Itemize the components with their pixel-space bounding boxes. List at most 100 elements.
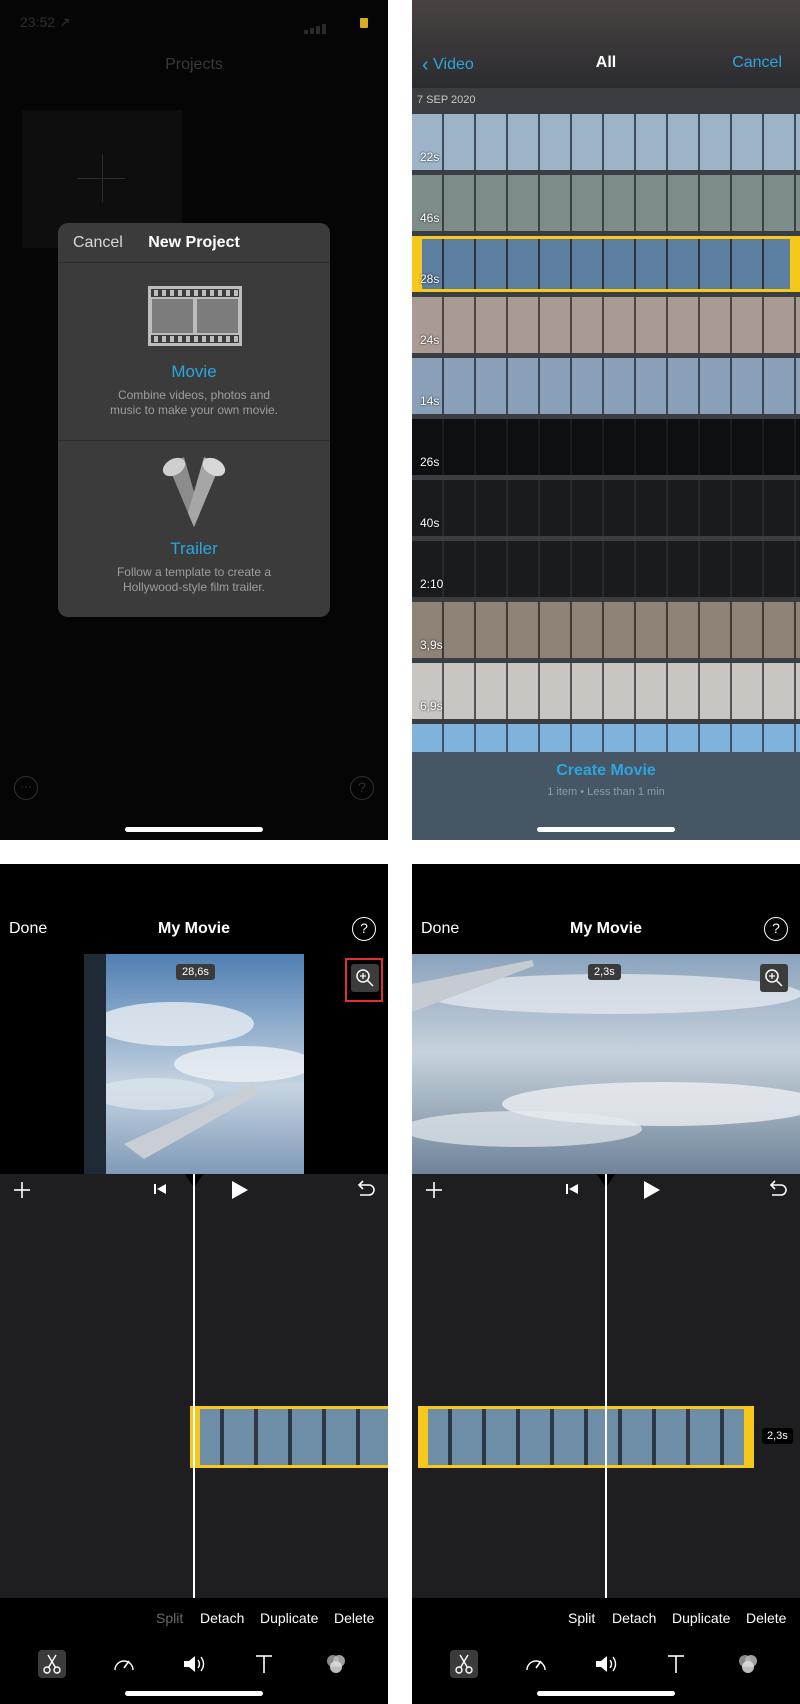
help-button[interactable]: ? — [764, 917, 788, 941]
timeline-duration-label: 2,3s — [762, 1428, 793, 1444]
new-project-dialog: Cancel New Project Movie Combine videos,… — [58, 223, 330, 617]
undo-icon[interactable] — [766, 1179, 788, 1199]
clip-actions: Split Detach Duplicate Delete — [412, 1606, 800, 1630]
clip-row[interactable]: 22s — [412, 114, 800, 170]
selection-info: 1 item • Less than 1 min — [547, 786, 665, 798]
dialog-title: New Project — [148, 234, 240, 251]
clip-duration: 14s — [420, 394, 440, 408]
duplicate-button[interactable]: Duplicate — [260, 1610, 318, 1626]
editor-screen-1: Done My Movie ? 28,6s Split Detach Dupli… — [0, 864, 388, 1704]
home-indicator — [537, 1691, 675, 1696]
create-movie-button[interactable]: Create Movie — [412, 762, 800, 780]
skip-to-start-icon[interactable] — [564, 1181, 580, 1197]
clip-duration: 26s — [420, 455, 440, 469]
clip-row-selected[interactable]: 28s — [412, 236, 800, 292]
status-time: 23:52 ↗ — [20, 14, 71, 30]
clip-row[interactable]: 2:10 — [412, 541, 800, 597]
clip-trim-handle-right[interactable] — [744, 1406, 754, 1468]
clip-duration: 22s — [420, 150, 440, 164]
delete-button[interactable]: Delete — [746, 1610, 786, 1626]
video-preview: 2,3s — [412, 954, 800, 1174]
speed-icon[interactable] — [110, 1650, 138, 1678]
clip-row[interactable]: 6,9s — [412, 663, 800, 719]
film-strip-icon — [148, 286, 242, 346]
play-icon[interactable] — [228, 1179, 250, 1201]
plus-icon — [77, 178, 125, 179]
titles-icon[interactable] — [662, 1650, 690, 1678]
clip-row[interactable]: 40s — [412, 480, 800, 536]
speed-icon[interactable] — [522, 1650, 550, 1678]
split-button[interactable]: Split — [156, 1610, 183, 1626]
clip-duration: 24s — [420, 333, 440, 347]
home-indicator — [125, 827, 263, 832]
nav-bar: ‹ Video All Cancel — [412, 0, 800, 88]
section-date: 7 SEP 2020 — [417, 94, 476, 106]
clip-row[interactable]: 26s — [412, 419, 800, 475]
clip-duration: 40s — [420, 516, 440, 530]
duplicate-button[interactable]: Duplicate — [672, 1610, 730, 1626]
add-media-icon[interactable] — [424, 1180, 444, 1200]
trailer-description: Follow a template to create a Hollywood-… — [116, 565, 272, 594]
help-button[interactable]: ? — [350, 776, 374, 800]
zoom-button[interactable] — [760, 964, 788, 992]
spotlights-icon — [162, 457, 226, 527]
volume-icon[interactable] — [592, 1650, 620, 1678]
clip-trim-handle-left[interactable] — [418, 1406, 428, 1468]
detach-button[interactable]: Detach — [612, 1610, 656, 1626]
more-button[interactable]: ··· — [14, 776, 38, 800]
clip-duration-badge: 28,6s — [176, 964, 215, 980]
delete-button[interactable]: Delete — [334, 1610, 374, 1626]
volume-icon[interactable] — [180, 1650, 208, 1678]
editor-header: Done My Movie ? — [412, 864, 800, 954]
new-project-screen: 23:52 ↗ Projects ··· ? Cancel New Projec… — [0, 0, 388, 840]
timeline-clip[interactable] — [418, 1406, 754, 1468]
project-title: My Movie — [569, 920, 642, 937]
skip-to-start-icon[interactable] — [152, 1181, 168, 1197]
editor-header: Done My Movie ? — [0, 864, 388, 954]
video-preview: 28,6s — [0, 954, 388, 1174]
undo-icon[interactable] — [354, 1179, 376, 1199]
detach-button[interactable]: Detach — [200, 1610, 244, 1626]
clip-duration: 6,9s — [420, 699, 443, 713]
zoom-in-icon — [765, 969, 783, 987]
clip-duration: 46s — [420, 211, 440, 225]
movie-label: Movie — [171, 362, 217, 381]
movie-option[interactable]: Movie Combine videos, photos and music t… — [58, 264, 330, 440]
playhead — [193, 1174, 195, 1624]
editor-screen-2: Done My Movie ? 2,3s 2,3s Split Detach D… — [412, 864, 800, 1704]
trailer-option[interactable]: Trailer Follow a template to create a Ho… — [58, 441, 330, 617]
playhead — [605, 1174, 607, 1624]
clip-row[interactable]: 24s — [412, 297, 800, 353]
clip-row[interactable]: 46s — [412, 175, 800, 231]
clip-row[interactable]: 3,9s — [412, 602, 800, 658]
add-media-icon[interactable] — [12, 1180, 32, 1200]
clip-row[interactable]: 14s — [412, 358, 800, 414]
timeline-clip[interactable] — [190, 1406, 388, 1468]
play-icon[interactable] — [640, 1179, 662, 1201]
preview-frame — [84, 954, 304, 1174]
project-title: My Movie — [157, 920, 230, 937]
highlight-box — [345, 958, 383, 1002]
clip-duration: 28s — [420, 272, 440, 286]
signal-icon — [304, 18, 338, 34]
cancel-button[interactable]: Cancel — [732, 54, 782, 72]
clip-duration-badge: 2,3s — [588, 964, 621, 980]
battery-icon — [360, 18, 368, 28]
home-indicator — [125, 1691, 263, 1696]
scissors-icon[interactable] — [450, 1650, 478, 1678]
status-bar: 23:52 ↗ — [20, 14, 368, 34]
screen-title: Projects — [165, 56, 223, 73]
trailer-label: Trailer — [170, 539, 218, 558]
clip-duration: 3,9s — [420, 638, 443, 652]
scissors-icon[interactable] — [38, 1650, 66, 1678]
split-button[interactable]: Split — [568, 1610, 595, 1626]
filters-icon[interactable] — [322, 1650, 350, 1678]
filters-icon[interactable] — [734, 1650, 762, 1678]
clip-trim-handle-left[interactable] — [190, 1406, 200, 1468]
movie-description: Combine videos, photos and music to make… — [109, 388, 279, 417]
clip-actions: Split Detach Duplicate Delete — [0, 1606, 388, 1630]
help-button[interactable]: ? — [352, 917, 376, 941]
dialog-header: Cancel New Project — [58, 223, 330, 263]
home-indicator — [537, 827, 675, 832]
titles-icon[interactable] — [250, 1650, 278, 1678]
